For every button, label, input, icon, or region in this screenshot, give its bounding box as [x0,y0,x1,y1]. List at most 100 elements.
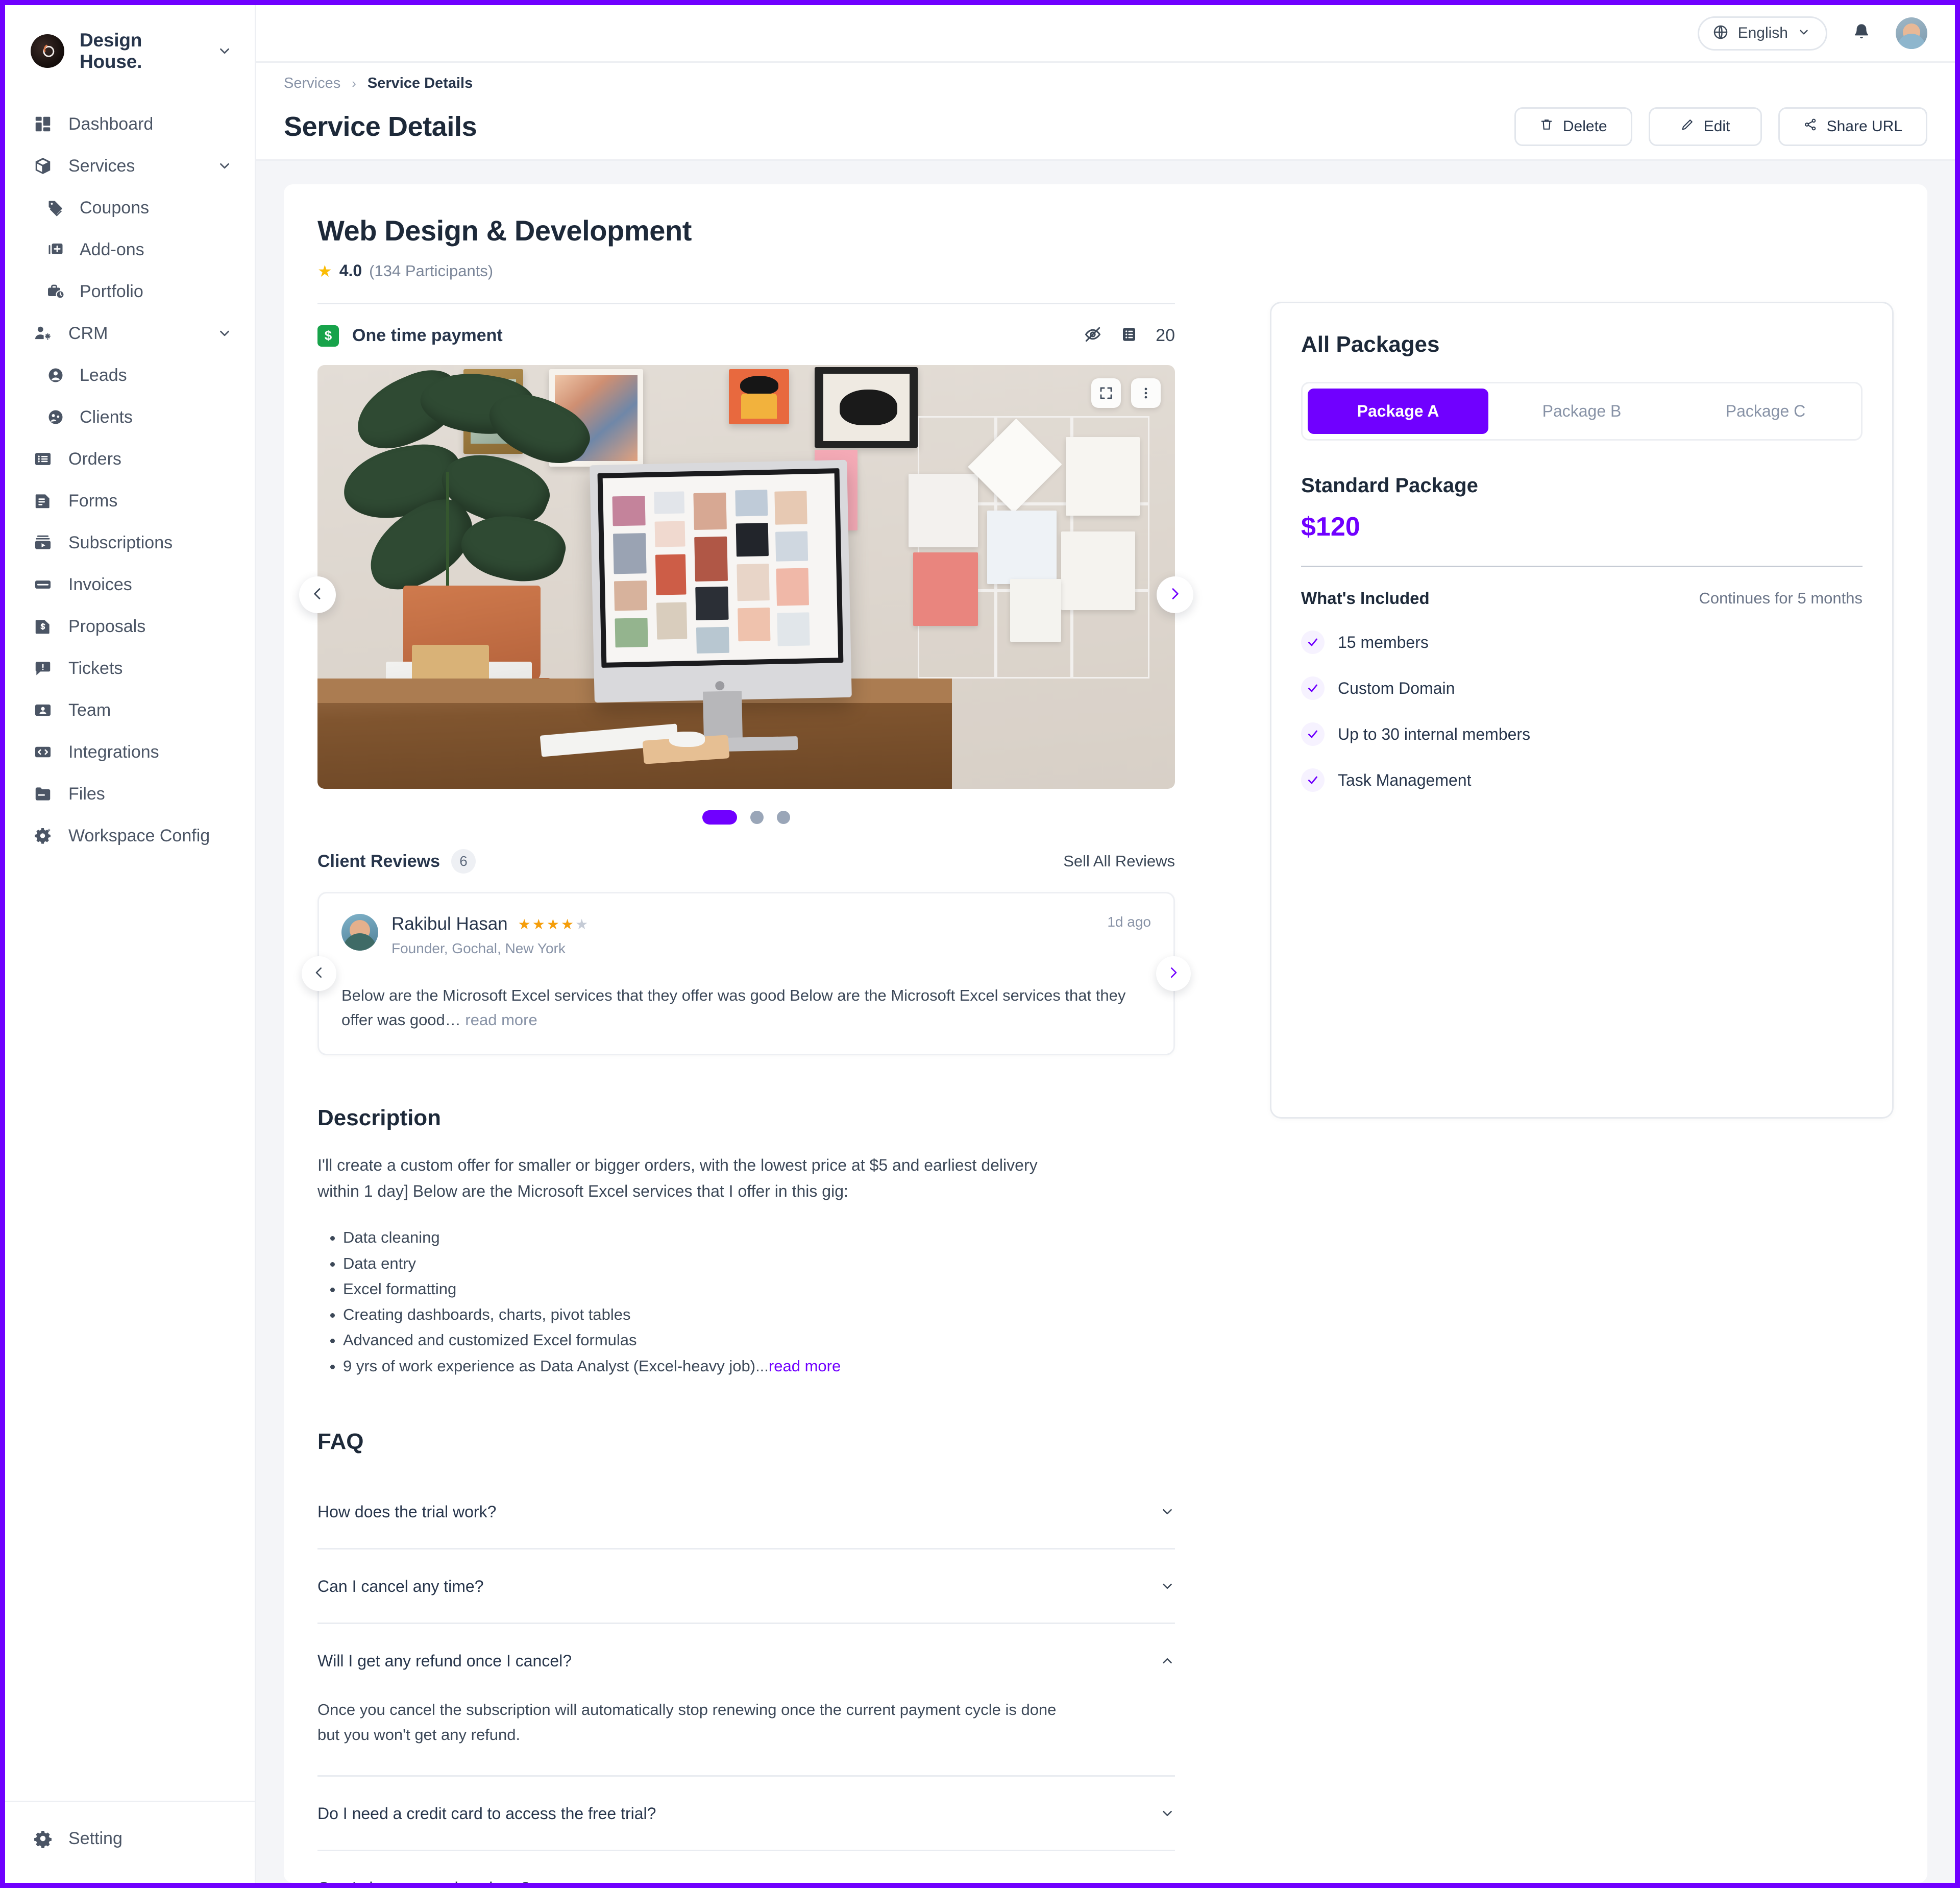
subscriptions-icon [32,531,54,554]
tag-icon [46,198,65,217]
review-stars: ★ ★ ★ ★ ★ [518,916,589,933]
edit-button[interactable]: Edit [1649,107,1762,146]
sidebar-item-integrations[interactable]: Integrations [5,731,255,773]
faq-question-row[interactable]: Can I cancel any time? [317,1550,1175,1623]
language-label: English [1738,25,1788,42]
content-region: Web Design & Development ★ 4.0 (134 Part… [256,161,1955,1883]
sidebar-item-label: Proposals [68,617,232,637]
brand-name: Design House. [80,30,202,72]
sidebar-item-label: Coupons [80,198,232,218]
faq-item: How does the trial work? [317,1475,1175,1550]
sidebar-item-tickets[interactable]: Tickets [5,647,255,689]
feature-item: Custom Domain [1301,676,1863,700]
carousel-dot-3[interactable] [777,811,790,824]
review-text-wrap: Below are the Microsoft Excel services t… [341,983,1151,1032]
faq-question-row[interactable]: Will I get any refund once I cancel? [317,1624,1175,1697]
sidebar-item-clients[interactable]: Clients [5,396,255,438]
chevron-down-icon[interactable] [217,43,232,59]
more-vertical-icon[interactable] [1131,378,1161,408]
brand-logo-icon [31,34,64,68]
add-ons-icon [46,240,65,259]
chevron-down-icon[interactable] [217,158,232,174]
list-icon [1120,325,1138,346]
sidebar-item-forms[interactable]: Forms [5,480,255,522]
carousel-dot-1[interactable] [702,810,737,825]
list-item: Creating dashboards, charts, pivot table… [343,1302,1175,1327]
user-icon [46,366,65,385]
carousel-dot-2[interactable] [750,811,764,824]
dashboard-icon [32,113,54,135]
main-area: English Services › Service Details Servi… [256,5,1955,1883]
chevron-down-icon[interactable] [217,326,232,341]
avatar[interactable] [1896,17,1927,49]
packages-column: All Packages Package A Package B Package… [1175,214,1894,1883]
sidebar-item-services[interactable]: Services [5,145,255,187]
payment-type-label: One time payment [352,326,503,346]
files-icon [32,783,54,805]
sidebar-item-coupons[interactable]: Coupons [5,187,255,229]
list-item: Advanced and customized Excel formulas [343,1327,1175,1353]
wall-poster [729,369,789,424]
feature-item: Task Management [1301,768,1863,792]
sidebar-item-label: Integrations [68,742,232,762]
faq-question-row[interactable]: Can I change my plans later? [317,1851,1175,1883]
carousel-next-button[interactable] [1157,576,1193,613]
portfolio-icon [46,282,65,301]
feature-label: Up to 30 internal members [1338,725,1530,744]
sidebar-item-leads[interactable]: Leads [5,354,255,396]
expand-icon[interactable] [1091,378,1121,408]
sidebar-item-portfolio[interactable]: Portfolio [5,271,255,312]
sidebar-item-invoices[interactable]: Invoices [5,564,255,606]
share-url-button[interactable]: Share URL [1778,107,1927,146]
faq-question-row[interactable]: How does the trial work? [317,1475,1175,1548]
gear-icon [32,1827,54,1850]
brand-switcher[interactable]: Design House. [5,5,255,96]
sidebar-item-label: Setting [68,1829,232,1849]
sidebar-item-label: Files [68,784,232,804]
review-prev-button[interactable] [302,956,336,991]
carousel-prev-button[interactable] [299,576,336,613]
breadcrumb-parent[interactable]: Services [284,75,340,92]
faq-question: Will I get any refund once I cancel? [317,1652,572,1671]
rating-value: 4.0 [339,261,362,280]
rating-participants: (134 Participants) [369,262,493,280]
review-next-button[interactable] [1156,956,1191,991]
crm-icon [32,322,54,345]
service-rating: ★ 4.0 (134 Participants) [317,261,1175,280]
star-icon: ★ [561,916,574,933]
sidebar-item-crm[interactable]: CRM [5,312,255,354]
tab-package-c[interactable]: Package C [1675,389,1856,434]
sidebar-item-files[interactable]: Files [5,773,255,815]
sidebar-item-add-ons[interactable]: Add-ons [5,229,255,271]
notifications-button[interactable] [1848,19,1875,47]
sidebar-item-subscriptions[interactable]: Subscriptions [5,522,255,564]
sidebar-item-team[interactable]: Team [5,689,255,731]
faq-question-row[interactable]: Do I need a credit card to access the fr… [317,1777,1175,1850]
share-url-button-label: Share URL [1827,118,1902,135]
review-read-more-link[interactable]: read more [465,1011,537,1029]
tab-package-a[interactable]: Package A [1308,389,1488,434]
language-selector[interactable]: English [1698,16,1827,51]
sidebar-item-proposals[interactable]: Proposals [5,606,255,647]
sidebar-item-label: Workspace Config [68,826,232,846]
sidebar-item-label: Orders [68,449,232,469]
chevron-left-icon [309,586,326,604]
edit-button-label: Edit [1704,118,1730,135]
chevron-right-icon [1167,586,1183,604]
sidebar-item-dashboard[interactable]: Dashboard [5,103,255,145]
list-item: 9 yrs of work experience as Data Analyst… [343,1353,1175,1379]
tab-package-b[interactable]: Package B [1491,389,1672,434]
invoices-icon [32,573,54,596]
see-all-reviews-link[interactable]: Sell All Reviews [1063,852,1175,870]
eye-off-icon[interactable] [1083,325,1102,347]
description-read-more-link[interactable]: read more [769,1357,841,1375]
delete-button[interactable]: Delete [1514,107,1632,146]
sidebar-item-setting[interactable]: Setting [5,1818,255,1859]
sidebar-item-orders[interactable]: Orders [5,438,255,480]
sidebar-item-workspace-config[interactable]: Workspace Config [5,815,255,857]
faq-title: FAQ [317,1429,1175,1455]
delete-button-label: Delete [1563,118,1607,135]
description-paragraph: I'll create a custom offer for smaller o… [317,1152,1073,1204]
wall-frame [815,367,918,448]
chevron-left-icon [311,965,327,983]
